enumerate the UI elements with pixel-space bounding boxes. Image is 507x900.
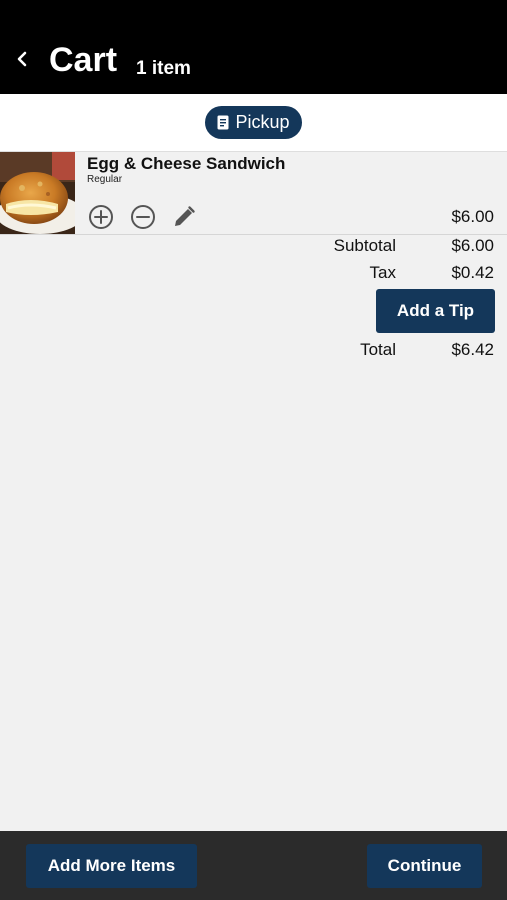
edit-item-button[interactable] xyxy=(170,203,198,231)
minus-circle-icon xyxy=(131,205,155,229)
add-more-items-button[interactable]: Add More Items xyxy=(26,844,197,888)
decrease-quantity-button[interactable] xyxy=(129,203,157,231)
item-name: Egg & Cheese Sandwich xyxy=(87,154,286,173)
item-photo xyxy=(0,152,75,234)
cart-item-row: Egg & Cheese Sandwich Regular $6.00 xyxy=(0,152,507,235)
item-count: 1 item xyxy=(136,58,191,79)
page-title: Cart xyxy=(49,41,118,79)
pickup-mode-pill[interactable]: Pickup xyxy=(205,106,302,139)
tax-label: Tax xyxy=(369,263,396,282)
continue-button[interactable]: Continue xyxy=(367,844,482,888)
tax-value: $0.42 xyxy=(451,263,494,282)
item-variant: Regular xyxy=(87,174,123,185)
subtotal-label: Subtotal xyxy=(333,236,396,255)
footer-bar: Add More Items Continue xyxy=(0,831,507,900)
total-label: Total xyxy=(360,340,396,359)
pencil-icon xyxy=(175,206,195,226)
chevron-left-icon xyxy=(17,51,27,67)
increase-quantity-button[interactable] xyxy=(87,203,115,231)
order-mode-bar: Pickup xyxy=(0,94,507,152)
pickup-label: Pickup xyxy=(235,112,290,132)
receipt-icon xyxy=(217,115,229,130)
plus-circle-icon xyxy=(89,205,113,229)
back-button[interactable] xyxy=(10,44,34,74)
total-value: $6.42 xyxy=(451,340,494,359)
app-header: Cart 1 item xyxy=(0,0,507,94)
add-tip-button[interactable]: Add a Tip xyxy=(376,289,495,333)
subtotal-value: $6.00 xyxy=(451,236,494,255)
item-price: $6.00 xyxy=(451,207,494,226)
